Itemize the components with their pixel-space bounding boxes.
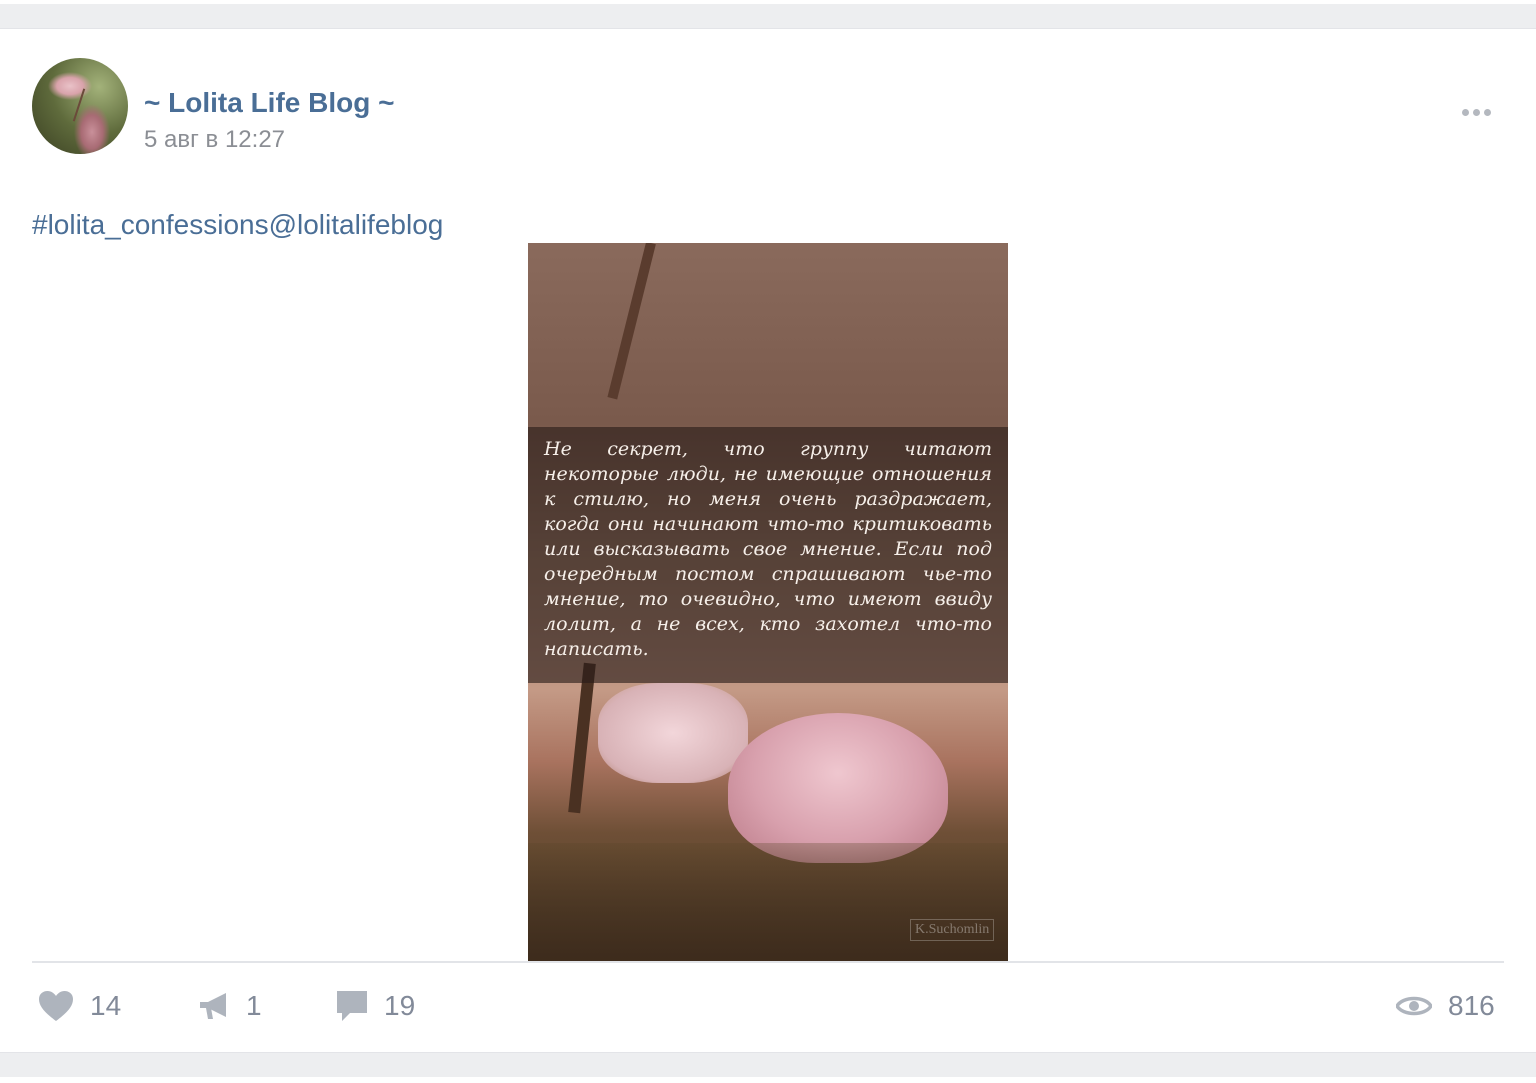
photo-caption-text: Не секрет, что группу читают некоторые л…	[544, 438, 992, 660]
like-count: 14	[90, 990, 122, 1021]
photo-tree-trunk	[568, 662, 596, 814]
bottom-strip	[0, 1077, 1536, 1083]
top-strip	[0, 0, 1536, 4]
photo-watermark: K.Suchomlin	[910, 919, 995, 941]
hashtag-link[interactable]: #lolita_confessions@lolitalifeblog	[32, 209, 443, 241]
author-name[interactable]: ~ Lolita Life Blog ~	[144, 87, 394, 119]
author-avatar[interactable]	[32, 58, 128, 154]
post-photo[interactable]: Не секрет, что группу читают некоторые л…	[528, 243, 1008, 963]
post-card: ~ Lolita Life Blog ~ 5 авг в 12:27 #loli…	[0, 28, 1536, 1053]
photo-doll-left	[598, 683, 748, 783]
post-date[interactable]: 5 авг в 12:27	[144, 126, 285, 154]
comment-button[interactable]: 19	[336, 986, 415, 1026]
comment-count: 19	[384, 990, 416, 1021]
heart-icon	[39, 991, 73, 1021]
eye-icon	[1396, 996, 1432, 1016]
photo-doll-right	[728, 713, 948, 863]
more-dot	[1472, 108, 1480, 116]
share-count: 1	[246, 990, 262, 1021]
megaphone-icon	[200, 993, 226, 1019]
views-count: 816	[1448, 990, 1495, 1021]
photo-tree-branch	[607, 243, 656, 400]
avatar-umbrella	[72, 88, 86, 122]
more-dots-icon[interactable]	[1456, 97, 1496, 127]
photo-ground	[528, 843, 1008, 963]
more-dot	[1483, 108, 1491, 116]
like-button[interactable]: 14	[38, 986, 121, 1026]
more-dot	[1461, 108, 1469, 116]
share-button[interactable]: 1	[198, 986, 262, 1026]
comment-icon	[337, 991, 367, 1021]
actions-divider	[32, 961, 1504, 963]
views-counter: 816	[1396, 986, 1495, 1026]
